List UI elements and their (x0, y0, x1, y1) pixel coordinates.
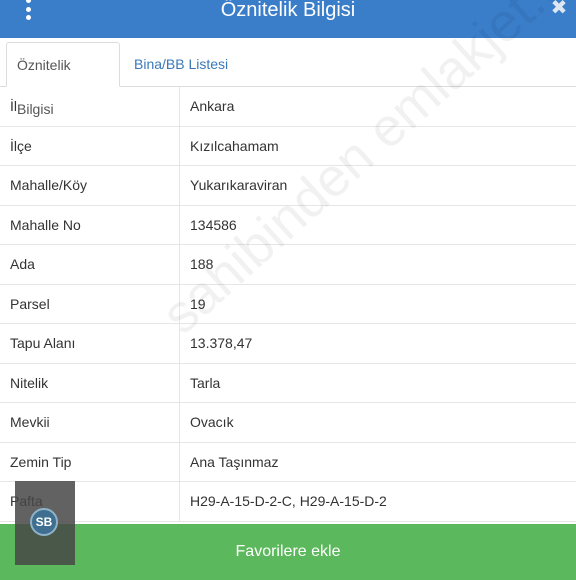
row-value: Ankara (190, 98, 235, 115)
row-key: Mahalle No (0, 205, 180, 244)
table-row: İlçe Kızılcahamam (0, 126, 576, 166)
row-value: 134586 (190, 216, 237, 233)
row-key: Zemin Tip (0, 442, 180, 481)
table-row: Mahalle/Köy Yukarıkaraviran (0, 166, 576, 206)
close-icon[interactable]: ✖ (550, 0, 568, 20)
row-key: Ada (0, 245, 180, 284)
row-value: H29-A-15-D-2-C, H29-A-15-D-2 (190, 493, 387, 510)
row-value: Kızılcahamam (190, 137, 279, 154)
attribute-table: İl Ankara İlçe Kızılcahamam Mahalle/Köy Yuk… (0, 87, 576, 522)
row-key: Tapu Alanı (0, 324, 180, 363)
tab-bar: Öznitelik Bilgisi Bina/BB Listesi (0, 38, 576, 117)
row-key: İl (0, 87, 180, 126)
table-row: PaftaH29-A-15-D-2-C, H29-A-15-D-2 (0, 482, 576, 522)
row-value: Ana Taşınmaz (190, 453, 279, 470)
logo-icon: SB (30, 508, 58, 536)
row-value: Yukarıkaraviran (190, 177, 288, 194)
page-title: Öznitelik Bilgisi (220, 0, 356, 21)
row-value: 188 (190, 256, 214, 273)
tab-oznitelik-bilgisi[interactable]: Öznitelik Bilgisi (6, 42, 120, 117)
header-bar: Öznitelik Bilgisi ✖ (0, 0, 576, 38)
favorilere-ekle-button[interactable]: Favorilere ekle (0, 524, 576, 580)
row-value: 13.378,47 (190, 335, 253, 352)
table-row: Mevkii Ovacık (0, 403, 576, 443)
row-key: Mevkii (0, 403, 180, 442)
row-key: Nitelik (0, 363, 180, 402)
table-row: Ada 188 (0, 245, 576, 285)
table-row: Parsel 19 (0, 284, 576, 324)
row-value: Tarla (190, 374, 221, 391)
row-key: Parsel (0, 284, 180, 323)
table-row: Zemin Tip Ana Taşınmaz (0, 442, 576, 482)
row-value: 19 (190, 295, 206, 312)
floating-badge[interactable]: SB (15, 481, 75, 565)
tab-bina-bb-listesi[interactable]: Bina/BB Listesi (124, 42, 238, 86)
row-key: İlçe (0, 126, 180, 165)
row-value: Ovacık (190, 414, 234, 431)
table-row: İl Ankara (0, 87, 576, 127)
table-row: Mahalle No 134586 (0, 205, 576, 245)
table-row: Tapu Alanı 13.378,47 (0, 324, 576, 364)
row-key: Mahalle/Köy (0, 166, 180, 205)
table-row: Nitelik Tarla (0, 363, 576, 403)
